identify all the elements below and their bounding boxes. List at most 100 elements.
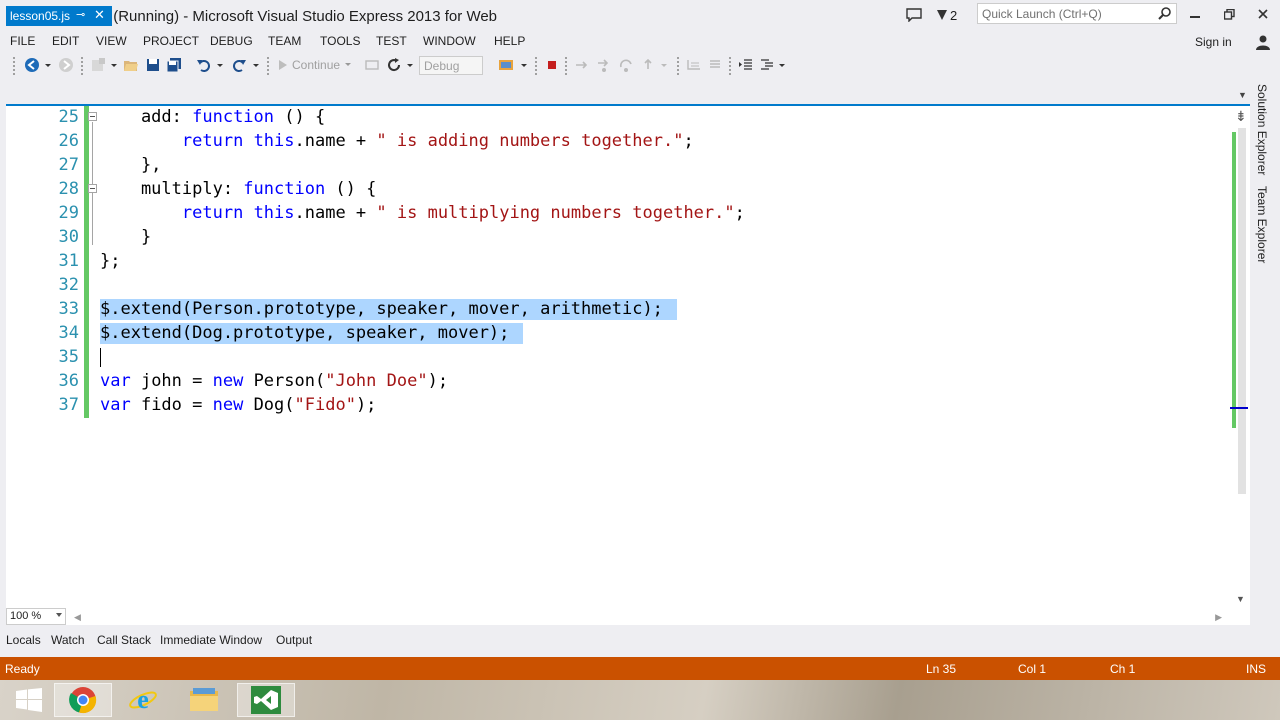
tab-watch[interactable]: Watch — [51, 633, 85, 647]
flag-icon — [937, 10, 947, 20]
document-tab-strip — [0, 80, 1250, 106]
sign-in-link[interactable]: Sign in — [1195, 35, 1232, 49]
menu-project[interactable]: PROJECT — [143, 34, 199, 48]
scroll-down-icon[interactable]: ▼ — [1236, 594, 1245, 604]
taskbar-internet-explorer[interactable]: e — [114, 683, 172, 717]
horizontal-scrollbar[interactable]: ◀ ▶ — [68, 608, 1230, 625]
refresh-icon[interactable] — [386, 57, 402, 73]
menu-tools[interactable]: TOOLS — [320, 34, 360, 48]
line-number: 34 — [58, 323, 79, 343]
taskbar-file-explorer[interactable] — [175, 683, 233, 717]
taskbar-chrome[interactable] — [54, 683, 112, 717]
tab-immediate-window[interactable]: Immediate Window — [160, 633, 262, 647]
collapse-region-icon[interactable] — [88, 112, 97, 121]
solution-configuration-select[interactable]: Debug — [419, 56, 483, 75]
tab-solution-explorer[interactable]: Solution Explorer — [1255, 84, 1269, 175]
line-number: 26 — [58, 131, 79, 151]
outdent-icon[interactable] — [738, 57, 754, 73]
file-explorer-icon — [190, 688, 218, 711]
close-tab-icon[interactable]: ✕ — [94, 7, 105, 23]
menu-team[interactable]: TEAM — [268, 34, 301, 48]
tab-lesson05-js[interactable]: lesson05.js ⊸ ✕ — [6, 6, 112, 26]
comment-out-icon[interactable] — [686, 57, 702, 73]
user-icon[interactable] — [1255, 34, 1271, 50]
text-caret — [100, 348, 101, 367]
pin-icon[interactable]: ⊸ — [76, 8, 85, 21]
restore-button[interactable] — [1214, 4, 1244, 24]
status-insert-mode: INS — [1246, 662, 1267, 676]
code-text: var john = new Person("John Doe"); — [100, 371, 449, 391]
tab-locals[interactable]: Locals — [6, 633, 41, 647]
new-project-icon[interactable] — [90, 57, 106, 73]
chevron-down-icon[interactable] — [778, 57, 786, 73]
feedback-icon[interactable] — [906, 8, 922, 22]
line-number: 30 — [58, 227, 79, 247]
chevron-down-icon[interactable] — [252, 57, 260, 73]
code-line: 32 — [6, 274, 1230, 298]
split-window-icon[interactable]: ⇟ — [1235, 108, 1247, 125]
change-marker — [84, 298, 89, 322]
chevron-down-icon[interactable] — [110, 57, 118, 73]
line-number: 31 — [58, 251, 79, 271]
menu-window[interactable]: WINDOW — [423, 34, 476, 48]
menu-view[interactable]: VIEW — [96, 34, 127, 48]
menu-edit[interactable]: EDIT — [52, 34, 79, 48]
save-icon[interactable] — [145, 57, 161, 73]
collapse-region-icon[interactable] — [88, 184, 97, 193]
tab-team-explorer[interactable]: Team Explorer — [1255, 186, 1269, 263]
standard-toolbar: Continue Debug — [0, 52, 1280, 80]
tab-output[interactable]: Output — [276, 633, 312, 647]
open-file-icon[interactable] — [123, 57, 139, 73]
indent-icon[interactable] — [759, 57, 775, 73]
step-into-icon[interactable] — [596, 57, 612, 73]
stop-debugging-icon[interactable] — [544, 57, 560, 73]
menu-file[interactable]: FILE — [10, 34, 35, 48]
toolbar-separator — [676, 56, 680, 76]
chevron-down-icon[interactable] — [660, 57, 668, 73]
visual-studio-icon — [251, 686, 281, 714]
chevron-down-icon[interactable] — [520, 57, 528, 73]
menu-test[interactable]: TEST — [376, 34, 407, 48]
navigate-back-icon[interactable] — [24, 57, 40, 73]
code-area[interactable]: 25 add: function () { 26 return this.nam… — [6, 106, 1230, 608]
save-all-icon[interactable] — [166, 57, 182, 73]
zoom-level-select[interactable]: 100 % — [6, 608, 66, 625]
redo-icon[interactable] — [231, 57, 247, 73]
minimize-button[interactable] — [1180, 4, 1210, 24]
tab-overflow-chevron-icon[interactable]: ▼ — [1238, 90, 1247, 100]
code-editor[interactable]: 25 add: function () { 26 return this.nam… — [6, 106, 1250, 625]
show-next-statement-icon[interactable] — [574, 57, 590, 73]
scroll-left-icon[interactable]: ◀ — [74, 612, 81, 623]
status-character: Ch 1 — [1110, 662, 1136, 676]
taskbar-visual-studio[interactable] — [237, 683, 295, 717]
chevron-down-icon — [345, 63, 352, 66]
navigate-forward-icon[interactable] — [58, 57, 74, 73]
uncomment-icon[interactable] — [707, 57, 723, 73]
start-button[interactable] — [0, 683, 58, 717]
step-out-icon[interactable] — [640, 57, 656, 73]
code-line: 31 }; — [6, 250, 1230, 274]
line-number: 28 — [58, 179, 79, 199]
undo-icon[interactable] — [196, 57, 212, 73]
code-line: 34 $.extend(Dog.prototype, speaker, move… — [6, 322, 1230, 346]
menu-help[interactable]: HELP — [494, 34, 525, 48]
browser-link-icon[interactable] — [498, 57, 514, 73]
title-notifications: 2 — [906, 5, 957, 25]
attach-icon[interactable] — [364, 57, 380, 73]
notifications-button[interactable]: 2 — [936, 8, 957, 23]
change-marker — [84, 202, 89, 226]
vertical-scrollbar[interactable]: ⇟ ▼ — [1230, 106, 1250, 608]
chevron-down-icon[interactable] — [44, 57, 52, 73]
scrollbar-thumb[interactable] — [1238, 128, 1246, 494]
close-window-button[interactable] — [1248, 4, 1278, 24]
toolbar-grip[interactable] — [12, 56, 16, 76]
chevron-down-icon[interactable] — [216, 57, 224, 73]
tab-call-stack[interactable]: Call Stack — [97, 633, 151, 647]
chevron-down-icon[interactable] — [406, 57, 414, 73]
continue-button[interactable]: Continue — [278, 58, 352, 72]
quick-launch-input[interactable]: Quick Launch (Ctrl+Q) — [977, 3, 1177, 24]
step-over-icon[interactable] — [618, 57, 634, 73]
menu-debug[interactable]: DEBUG — [210, 34, 253, 48]
scroll-right-icon[interactable]: ▶ — [1215, 612, 1222, 623]
line-number: 35 — [58, 347, 79, 367]
